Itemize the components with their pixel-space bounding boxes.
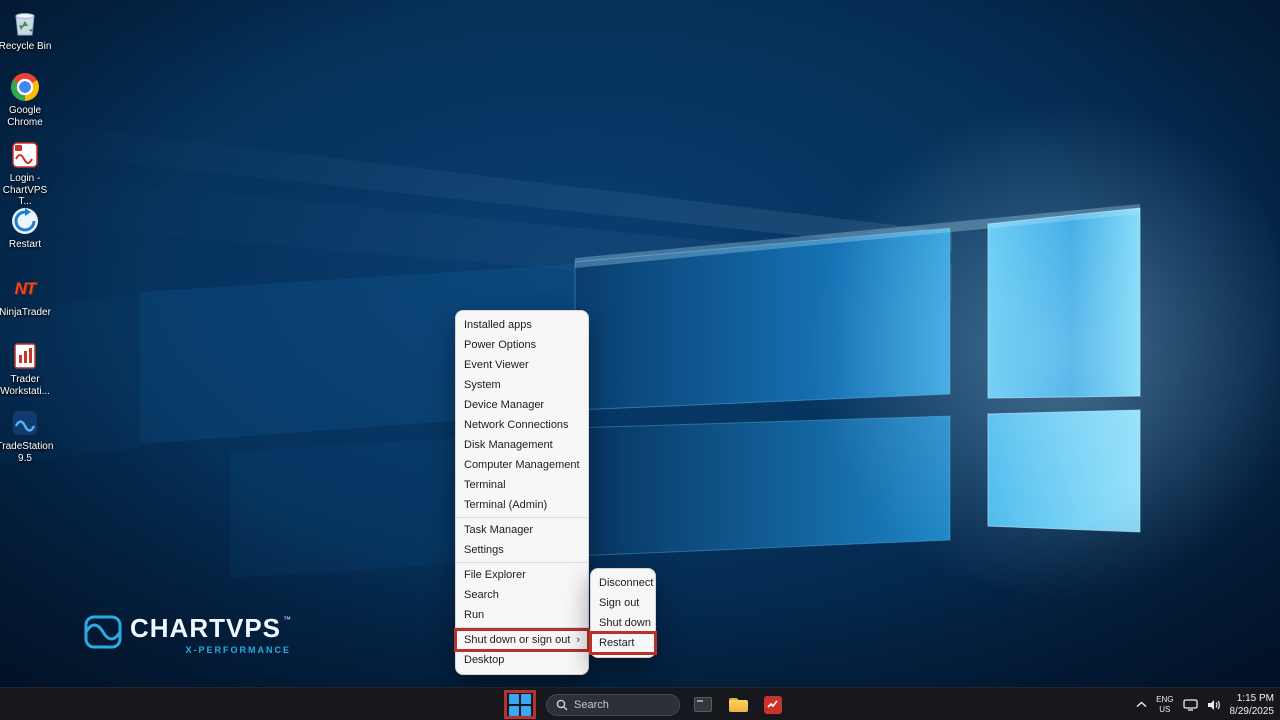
desktop-icon-label: TradeStation 9.5 (0, 441, 54, 464)
menu-item-system[interactable]: System (456, 375, 588, 395)
taskbar: Search ENG US (0, 687, 1280, 720)
taskbar-app-trading[interactable] (761, 693, 785, 717)
trading-app-icon (764, 696, 782, 714)
menu-separator (456, 627, 588, 628)
tray-date: 8/29/2025 (1230, 705, 1275, 718)
taskbar-search[interactable]: Search (546, 694, 680, 716)
submenu-chevron-icon: › (576, 630, 580, 650)
watermark-subtitle: X-PERFORMANCE (186, 645, 292, 655)
menu-item-search[interactable]: Search (456, 585, 588, 605)
app-window-icon (694, 697, 712, 712)
desktop-icon-trader-workstation[interactable]: Trader Workstati... (0, 341, 54, 397)
winx-context-menu: Installed apps Power Options Event Viewe… (455, 310, 589, 675)
ninjatrader-icon: NT (10, 274, 40, 304)
menu-item-shutdown-or-signout[interactable]: Shut down or sign out › (456, 630, 588, 650)
menu-item-installed-apps[interactable]: Installed apps (456, 315, 588, 335)
desktop-icon-ninjatrader[interactable]: NT NinjaTrader (0, 274, 54, 319)
chartvps-watermark: CHARTVPS ™ X-PERFORMANCE (84, 613, 291, 655)
restart-icon (10, 206, 40, 236)
menu-item-settings[interactable]: Settings (456, 540, 588, 560)
desktop-icon-label: Recycle Bin (0, 41, 54, 53)
tray-chevron-up[interactable] (1136, 701, 1147, 708)
menu-item-power-options[interactable]: Power Options (456, 335, 588, 355)
network-icon (1183, 699, 1198, 711)
menu-separator (456, 562, 588, 563)
tray-network[interactable] (1183, 699, 1198, 711)
menu-item-network-connections[interactable]: Network Connections (456, 415, 588, 435)
menu-item-device-manager[interactable]: Device Manager (456, 395, 588, 415)
taskbar-file-explorer[interactable] (726, 693, 750, 717)
menu-item-desktop[interactable]: Desktop (456, 650, 588, 670)
desktop-icon-recycle-bin[interactable]: Recycle Bin (0, 8, 54, 53)
menu-item-disk-management[interactable]: Disk Management (456, 435, 588, 455)
windows-logo-icon (509, 694, 531, 716)
speaker-icon (1207, 699, 1221, 711)
tray-volume[interactable] (1207, 699, 1221, 711)
submenu-item-shut-down[interactable]: Shut down (591, 613, 655, 633)
menu-item-task-manager[interactable]: Task Manager (456, 520, 588, 540)
watermark-tm: ™ (283, 615, 291, 624)
desktop-icon-label: Trader Workstati... (0, 374, 54, 397)
desktop-icon-restart[interactable]: Restart (0, 206, 54, 251)
desktop-icon-label: NinjaTrader (0, 307, 54, 319)
trader-workstation-icon (10, 341, 40, 371)
folder-icon (729, 698, 748, 712)
shutdown-submenu: Disconnect Sign out Shut down Restart (590, 568, 656, 658)
chrome-icon (10, 72, 40, 102)
chartvps-login-icon (10, 140, 40, 170)
desktop-icon-label: Login - ChartVPS T... (0, 173, 54, 208)
menu-item-terminal[interactable]: Terminal (456, 475, 588, 495)
menu-separator (456, 517, 588, 518)
desktop-icon-tradestation[interactable]: TradeStation 9.5 (0, 408, 54, 464)
search-icon (556, 699, 568, 711)
desktop-icon-login-chartvps[interactable]: Login - ChartVPS T... (0, 140, 54, 208)
tray-time: 1:15 PM (1237, 692, 1274, 705)
submenu-item-restart[interactable]: Restart (591, 633, 655, 653)
chartvps-logo-icon (84, 613, 122, 651)
menu-item-terminal-admin[interactable]: Terminal (Admin) (456, 495, 588, 515)
start-button[interactable] (504, 690, 536, 719)
submenu-item-sign-out[interactable]: Sign out (591, 593, 655, 613)
menu-item-file-explorer[interactable]: File Explorer (456, 565, 588, 585)
watermark-brand: CHARTVPS (130, 613, 281, 644)
language-indicator[interactable]: ENG US (1156, 695, 1173, 713)
submenu-item-disconnect[interactable]: Disconnect (591, 573, 655, 593)
taskbar-app-window[interactable] (691, 693, 715, 717)
desktop-icon-google-chrome[interactable]: Google Chrome (0, 72, 54, 128)
search-placeholder: Search (574, 699, 609, 711)
menu-item-computer-management[interactable]: Computer Management (456, 455, 588, 475)
desktop-icon-label: Google Chrome (0, 105, 54, 128)
menu-item-event-viewer[interactable]: Event Viewer (456, 355, 588, 375)
tradestation-icon (10, 408, 40, 438)
tray-clock[interactable]: 1:15 PM 8/29/2025 (1230, 692, 1275, 718)
menu-item-run[interactable]: Run (456, 605, 588, 625)
recycle-bin-icon (10, 8, 40, 38)
chevron-up-icon (1136, 701, 1147, 708)
desktop-icon-label: Restart (0, 239, 54, 251)
